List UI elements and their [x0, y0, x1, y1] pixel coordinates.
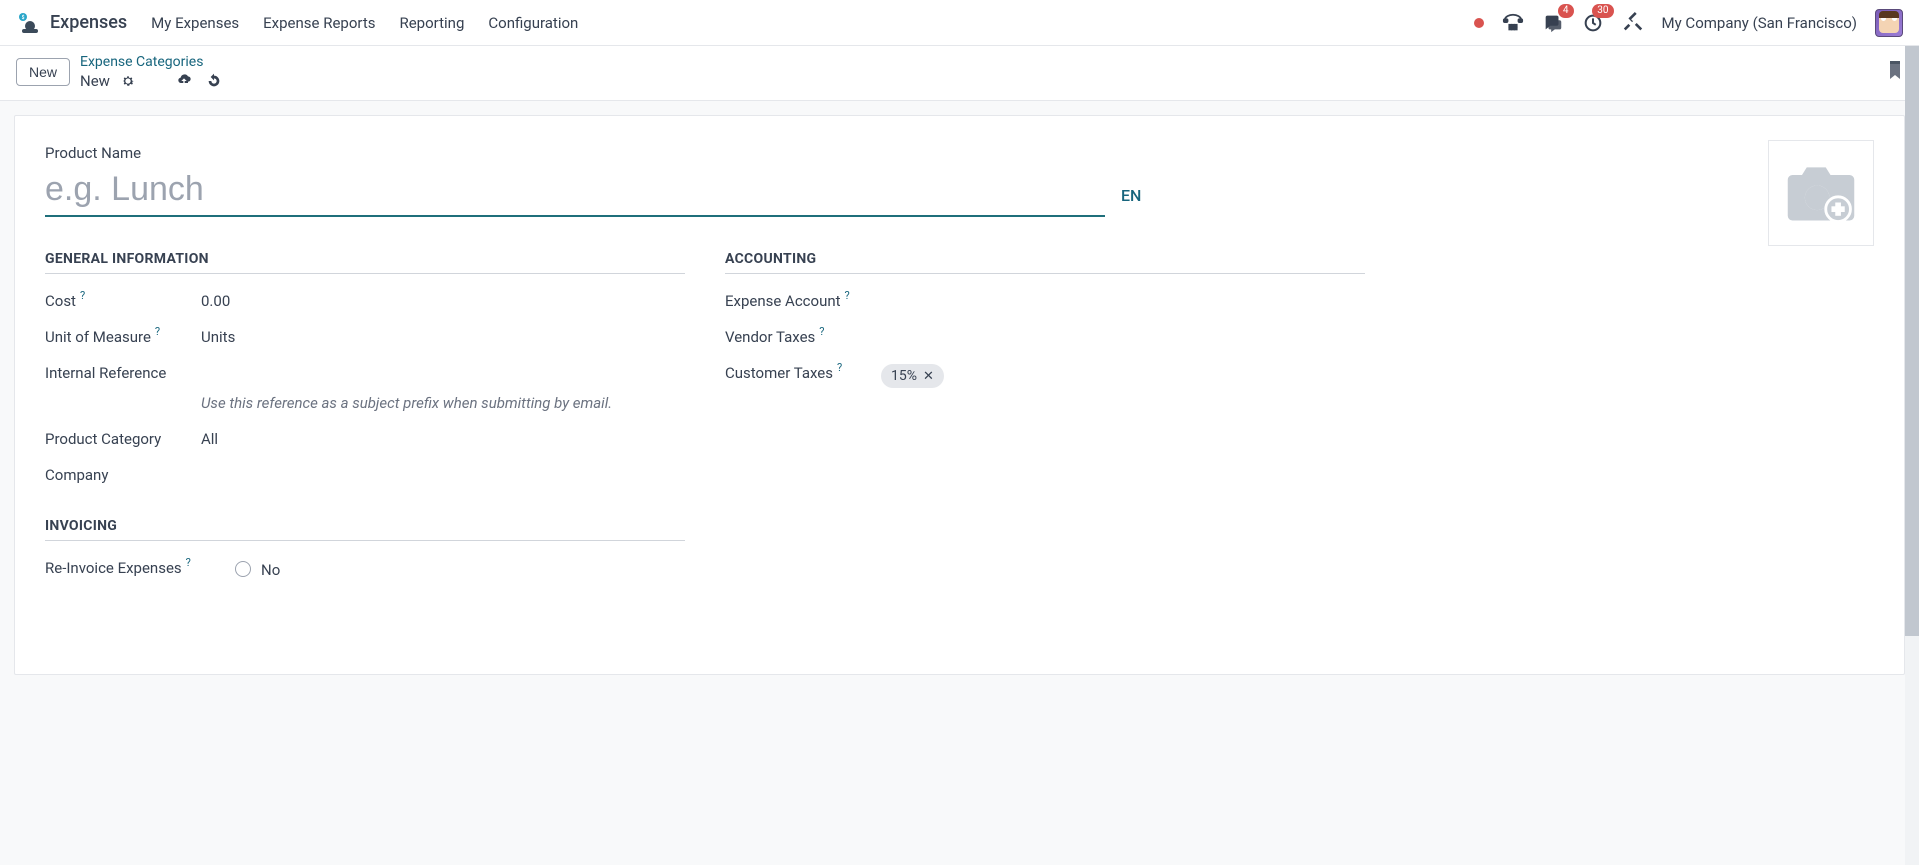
- company-switcher[interactable]: My Company (San Francisco): [1662, 14, 1857, 32]
- cost-input[interactable]: 0.00: [201, 292, 230, 310]
- recording-indicator-icon: [1474, 18, 1484, 28]
- help-icon[interactable]: ?: [819, 325, 824, 338]
- uom-label: Unit of Measure: [45, 328, 151, 346]
- help-icon[interactable]: ?: [80, 289, 85, 302]
- new-button[interactable]: New: [16, 58, 70, 86]
- internal-ref-label: Internal Reference: [45, 364, 166, 382]
- nav-expense-reports[interactable]: Expense Reports: [263, 14, 375, 32]
- cloud-upload-icon[interactable]: [176, 73, 192, 89]
- app-title[interactable]: Expenses: [50, 12, 127, 33]
- main-area: Product Name EN GENERAL INFORMATION Cost…: [0, 101, 1919, 689]
- bookmark-icon[interactable]: [1887, 59, 1903, 85]
- form-card: Product Name EN GENERAL INFORMATION Cost…: [14, 115, 1905, 675]
- messages-icon[interactable]: 4: [1542, 12, 1564, 34]
- scroll-thumb[interactable]: [1905, 46, 1919, 636]
- nav-my-expenses[interactable]: My Expenses: [151, 14, 239, 32]
- category-input[interactable]: All: [201, 430, 218, 448]
- product-name-label: Product Name: [45, 144, 1874, 162]
- reinvoice-value: No: [261, 561, 280, 579]
- lang-badge[interactable]: EN: [1121, 186, 1141, 205]
- breadcrumb-current: New: [80, 72, 110, 90]
- uom-input[interactable]: Units: [201, 328, 235, 346]
- activities-icon[interactable]: 30: [1582, 12, 1604, 34]
- reinvoice-label: Re-Invoice Expenses: [45, 559, 182, 577]
- nav-configuration[interactable]: Configuration: [488, 14, 578, 32]
- customer-taxes-label: Customer Taxes: [725, 364, 833, 382]
- help-icon[interactable]: ?: [186, 556, 191, 569]
- expense-account-label: Expense Account: [725, 292, 841, 310]
- breadcrumb-parent[interactable]: Expense Categories: [80, 54, 222, 70]
- section-title-invoicing: INVOICING: [45, 518, 685, 541]
- section-title-general: GENERAL INFORMATION: [45, 251, 685, 274]
- internal-ref-hint: Use this reference as a subject prefix w…: [201, 394, 685, 412]
- close-icon[interactable]: ✕: [923, 369, 934, 384]
- help-icon[interactable]: ?: [845, 289, 850, 302]
- phone-icon[interactable]: [1502, 12, 1524, 34]
- product-name-input[interactable]: [45, 168, 1105, 217]
- control-row: New Expense Categories New: [0, 46, 1919, 101]
- section-title-accounting: ACCOUNTING: [725, 251, 1365, 274]
- reinvoice-option[interactable]: No: [235, 559, 280, 579]
- scrollbar[interactable]: [1905, 46, 1919, 865]
- tax-tag-label: 15%: [891, 368, 917, 384]
- avatar[interactable]: [1875, 9, 1903, 37]
- messages-badge: 4: [1558, 4, 1574, 18]
- activities-badge: 30: [1592, 4, 1613, 18]
- company-label: Company: [45, 466, 108, 484]
- tax-tag: 15% ✕: [881, 364, 944, 388]
- cost-label: Cost: [45, 292, 76, 310]
- svg-text:$: $: [22, 14, 25, 21]
- nav-reporting[interactable]: Reporting: [399, 14, 464, 32]
- customer-taxes-input[interactable]: 15% ✕: [881, 364, 944, 388]
- image-placeholder[interactable]: [1768, 140, 1874, 246]
- gear-icon[interactable]: [120, 73, 136, 89]
- topbar: $ Expenses My Expenses Expense Reports R…: [0, 0, 1919, 46]
- app-icon-expenses: $: [16, 11, 40, 35]
- topbar-right: 4 30 My Company (San Francisco): [1474, 9, 1903, 37]
- accounting-section: ACCOUNTING Expense Account ? Vendor Taxe…: [725, 251, 1365, 597]
- help-icon[interactable]: ?: [837, 361, 842, 374]
- help-icon[interactable]: ?: [155, 325, 160, 338]
- vendor-taxes-label: Vendor Taxes: [725, 328, 815, 346]
- general-section: GENERAL INFORMATION Cost ? 0.00 Unit of …: [45, 251, 685, 597]
- radio-icon[interactable]: [235, 561, 251, 577]
- nav-menu: My Expenses Expense Reports Reporting Co…: [151, 14, 578, 32]
- breadcrumb: Expense Categories New: [80, 54, 222, 90]
- tools-icon[interactable]: [1622, 12, 1644, 34]
- discard-icon[interactable]: [206, 73, 222, 89]
- category-label: Product Category: [45, 430, 161, 448]
